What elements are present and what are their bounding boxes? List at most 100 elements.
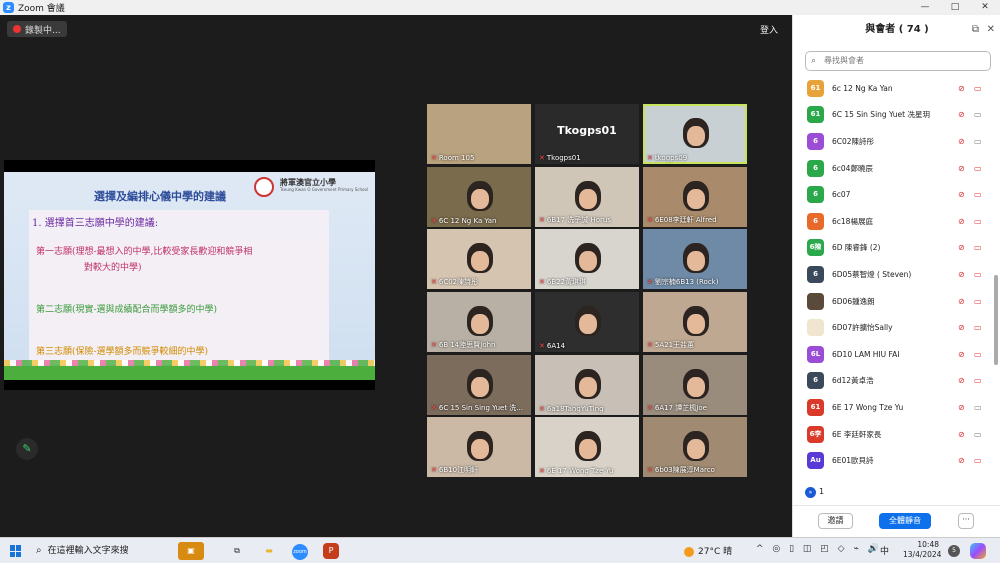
video-tile[interactable]: Tkogps01 ✕ Tkogps01 (535, 104, 639, 164)
clock[interactable]: 10:48 13/4/2024 (903, 540, 941, 560)
close-panel-icon[interactable]: ✕ (987, 15, 995, 45)
muted-mic-icon[interactable]: ⊘ (958, 456, 965, 465)
muted-mic-icon[interactable]: ⊘ (958, 217, 965, 226)
video-tile[interactable]: ✕ 6C02陳詩彤 (427, 229, 531, 289)
participant-row[interactable]: 6D06鍾逸朗 ⊘ ▭ (793, 288, 993, 315)
zoom-app-icon[interactable]: zoom (289, 542, 311, 560)
muted-mic-icon[interactable]: ⊘ (958, 430, 965, 439)
video-tile[interactable]: ✕ 6b03陳展淳Marco (643, 417, 747, 477)
video-tile[interactable]: ✕ 6A14 (535, 292, 639, 352)
muted-mic-icon[interactable]: ⊘ (958, 137, 965, 146)
raised-hands-indicator[interactable]: » 1 (805, 487, 824, 498)
camera-off-icon[interactable]: ▭ (974, 297, 982, 306)
video-tile[interactable]: ✕ 6B17 洗子誠 Horus (535, 167, 639, 227)
camera-on-icon[interactable]: ▭ (974, 110, 982, 119)
participant-row[interactable]: 6 6c18楊展庭 ⊘ ▭ (793, 208, 993, 235)
muted-mic-icon: ✕ (431, 341, 437, 349)
camera-off-icon[interactable]: ▭ (974, 270, 982, 279)
camera-off-icon[interactable]: ▭ (974, 350, 982, 359)
video-tile[interactable]: ✕ 6B 14陸思賢John (427, 292, 531, 352)
participant-row[interactable]: 61 6c 12 Ng Ka Yan ⊘ ▭ (793, 75, 993, 102)
video-tile[interactable]: ✕ Room 105 (427, 104, 531, 164)
file-explorer-icon[interactable]: ▬ (258, 542, 280, 560)
muted-mic-icon[interactable]: ⊘ (958, 84, 965, 93)
participant-row[interactable]: 6 6D05蔡智燈 ( Steven) ⊘ ▭ (793, 261, 993, 288)
powerpoint-app-icon[interactable]: P (320, 542, 342, 560)
weather-widget[interactable]: 27°C 晴 (684, 544, 732, 557)
participant-avatar: 6 (807, 372, 824, 390)
video-tile[interactable]: ✕ 6A17 譚芷楓Joe (643, 355, 747, 415)
video-tile[interactable]: ✕ 劉宗楠6B13 (Rock) (643, 229, 747, 289)
camera-off-icon[interactable]: ▭ (974, 376, 982, 385)
participant-row[interactable]: 6陳 6D 陳睿鋒 (2) ⊘ ▭ (793, 235, 993, 262)
participant-row[interactable]: 6D07許擴怡Sally ⊘ ▭ (793, 314, 993, 341)
participant-row[interactable]: 6李 6E 李廷軒家長 ⊘ ▭ (793, 421, 993, 448)
maximize-button[interactable]: □ (940, 0, 970, 15)
camera-off-icon[interactable]: ▭ (974, 243, 982, 252)
muted-mic-icon: ✕ (647, 216, 653, 224)
camera-off-icon[interactable]: ▭ (974, 84, 982, 93)
participant-name: 6d12黃卓浩 (832, 376, 874, 386)
briefcase-app-icon[interactable]: ▣ (178, 542, 204, 560)
annotate-pencil-icon[interactable]: ✎ (16, 438, 38, 460)
video-tile[interactable]: ✕ 6B10江明軒 (427, 417, 531, 477)
close-button[interactable]: ✕ (970, 0, 1000, 15)
camera-on-icon[interactable]: ▭ (974, 137, 982, 146)
camera-off-icon[interactable]: ▭ (974, 456, 982, 465)
video-tile[interactable]: ✕ 6C 12 Ng Ka Yan (427, 167, 531, 227)
camera-off-icon[interactable]: ▭ (974, 217, 982, 226)
participant-row[interactable]: 61 6E 17 Wong Tze Yu ⊘ ▭ (793, 394, 993, 421)
ime-indicator[interactable]: 中 (880, 544, 889, 557)
participant-row[interactable]: 6 6c07 ⊘ ▭ (793, 181, 993, 208)
participant-row[interactable]: 6 6C02陳詩彤 ⊘ ▭ (793, 128, 993, 155)
video-tile[interactable]: ✕ 5A21王盐蕙 (643, 292, 747, 352)
participant-row[interactable]: 6L 6D10 LAM HIU FAI ⊘ ▭ (793, 341, 993, 368)
system-tray-icons[interactable]: ^ ◎ ▯ ◫ ◰ ◇ ⌁ 🔊 (756, 544, 882, 554)
participant-face (687, 251, 705, 271)
camera-off-icon[interactable]: ▭ (974, 164, 982, 173)
muted-mic-icon[interactable]: ⊘ (958, 376, 965, 385)
weather-desc: 晴 (723, 547, 733, 557)
camera-off-icon[interactable]: ▭ (974, 190, 982, 199)
video-tile[interactable]: ✕ 6B22黃琪琪 (535, 229, 639, 289)
video-tile[interactable]: ✕ 6E 17 Wong Tze Yu (535, 417, 639, 477)
taskbar-search[interactable]: ⌕ 在這裡輸入文字來搜 (36, 543, 129, 556)
participant-row[interactable]: 61 6C 15 Sin Sing Yuet 冼星玥 ⊘ ▭ (793, 102, 993, 129)
muted-mic-icon: ✕ (539, 216, 545, 224)
sign-in-link[interactable]: 登入 (760, 23, 778, 36)
participant-row[interactable]: Au 6E01歐貝詩 ⊘ ▭ (793, 447, 993, 474)
muted-mic-icon[interactable]: ⊘ (958, 190, 965, 199)
muted-mic-icon[interactable]: ⊘ (958, 297, 965, 306)
recording-indicator[interactable]: 錄製中... (7, 21, 67, 37)
copilot-icon[interactable] (970, 543, 986, 559)
minimize-button[interactable]: — (910, 0, 940, 15)
shared-screen: 將軍澳官立小學 Tseung Kwan O Government Primary… (4, 160, 375, 390)
muted-mic-icon[interactable]: ⊘ (958, 164, 965, 173)
start-windows-icon[interactable] (10, 545, 22, 557)
muted-mic-icon[interactable]: ⊘ (958, 243, 965, 252)
video-tile[interactable]: ✕ 6a18TangYuTing (535, 355, 639, 415)
camera-on-icon[interactable]: ▭ (974, 430, 982, 439)
video-tile[interactable]: ✕ 6C 15 Sin Sing Yuet 洗... (427, 355, 531, 415)
invite-button[interactable]: 邀請 (818, 513, 853, 529)
muted-mic-icon[interactable]: ⊘ (958, 110, 965, 119)
participant-row[interactable]: 6 6c04鄭曉辰 ⊘ ▭ (793, 155, 993, 182)
participant-list-scrollbar[interactable] (994, 275, 998, 365)
task-view-icon[interactable]: ⧉ (226, 542, 248, 560)
muted-mic-icon: ✕ (539, 405, 545, 413)
participant-search-input[interactable]: ⌕ 尋找與會者 (805, 51, 991, 71)
notification-badge[interactable]: 5 (948, 545, 960, 557)
participant-name: 6D05蔡智燈 ( Steven) (832, 269, 912, 279)
muted-mic-icon[interactable]: ⊘ (958, 403, 965, 412)
camera-off-icon[interactable]: ▭ (974, 323, 982, 332)
muted-mic-icon[interactable]: ⊘ (958, 350, 965, 359)
camera-on-icon[interactable]: ▭ (974, 403, 982, 412)
more-options-button[interactable]: ··· (958, 513, 974, 529)
participant-row[interactable]: 6 6d12黃卓浩 ⊘ ▭ (793, 368, 993, 395)
video-tile[interactable]: ✕ 6E08李廷軒 Alfred (643, 167, 747, 227)
video-tile[interactable]: ✕ tkogps09 (643, 104, 747, 164)
mute-all-button[interactable]: 全體靜音 (879, 513, 931, 529)
popout-icon[interactable]: ⧉ (972, 15, 979, 45)
muted-mic-icon[interactable]: ⊘ (958, 323, 965, 332)
muted-mic-icon[interactable]: ⊘ (958, 270, 965, 279)
